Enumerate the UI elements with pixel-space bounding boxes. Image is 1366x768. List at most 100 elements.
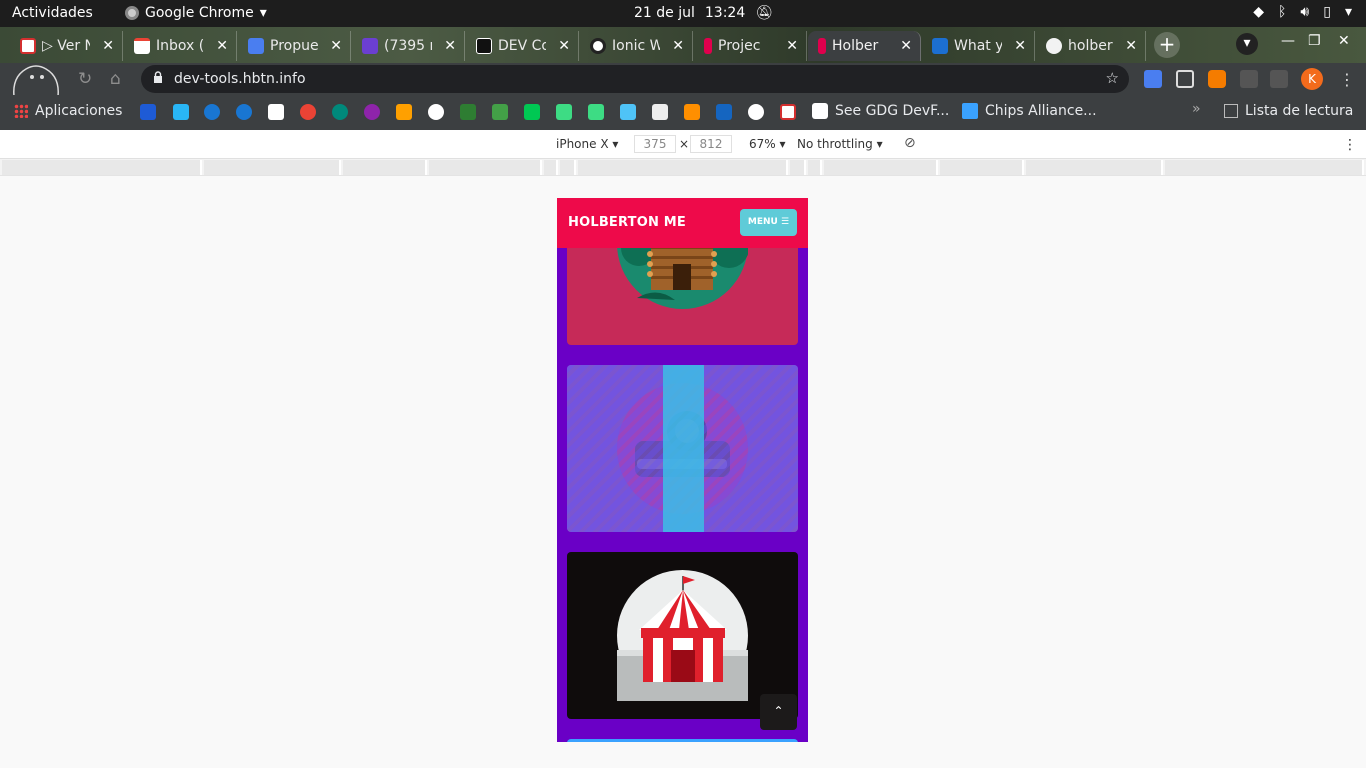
throttling-select[interactable]: No throttling ▾: [797, 137, 883, 151]
ruler-segment[interactable]: [790, 160, 806, 175]
device-select[interactable]: iPhone X ▾: [556, 137, 618, 151]
tab-title: ▷ Ver N: [42, 38, 90, 54]
throttling-value: No throttling: [797, 137, 873, 151]
gdg-bookmark[interactable]: See GDG DevF...: [812, 103, 949, 119]
rotate-icon[interactable]: ⊘: [904, 135, 916, 151]
ruler-segment[interactable]: [1165, 160, 1364, 175]
dart-icon[interactable]: [236, 104, 252, 120]
apps-bookmark[interactable]: Aplicaciones: [14, 103, 122, 119]
card-camera[interactable]: [567, 365, 798, 532]
tm-icon[interactable]: [716, 104, 732, 120]
dart-icon[interactable]: [204, 104, 220, 120]
colors-icon[interactable]: [364, 104, 380, 120]
minimize-icon[interactable]: —: [1281, 33, 1295, 49]
tab-8-active[interactable]: Holber ✕: [808, 31, 921, 61]
ruler-segment[interactable]: [560, 160, 576, 175]
android-icon[interactable]: [556, 104, 572, 120]
screen-extension-icon[interactable]: [1176, 70, 1194, 88]
menu-button[interactable]: MENU ☰: [740, 209, 797, 236]
chevron-down-icon: ▾: [1344, 4, 1352, 20]
app-icon[interactable]: [620, 104, 636, 120]
ruler-segment[interactable]: [940, 160, 1024, 175]
ruler-segment[interactable]: [343, 160, 427, 175]
close-icon[interactable]: ✕: [1125, 38, 1137, 54]
close-icon[interactable]: ✕: [216, 38, 228, 54]
scroll-to-top-button[interactable]: ⌃: [760, 694, 797, 730]
close-window-icon[interactable]: ✕: [1338, 33, 1350, 49]
bookmark-icon[interactable]: [140, 104, 156, 120]
tab-3[interactable]: Propue ✕: [238, 31, 351, 61]
chips-bookmark[interactable]: Chips Alliance...: [962, 103, 1097, 119]
translate-extension-icon[interactable]: [1144, 70, 1162, 88]
firebase-extension-icon[interactable]: [1208, 70, 1226, 88]
play-icon[interactable]: [524, 104, 540, 120]
tab-1[interactable]: ▷ Ver N ✕: [10, 31, 123, 61]
zoom-select[interactable]: 67% ▾: [749, 137, 786, 151]
tab-10[interactable]: holber ✕: [1036, 31, 1146, 61]
close-icon[interactable]: ✕: [672, 38, 684, 54]
close-icon[interactable]: ✕: [444, 38, 456, 54]
url-text: dev-tools.hbtn.info: [174, 71, 306, 87]
tab-7[interactable]: Projec ✕: [694, 31, 807, 61]
arrow-icon[interactable]: [684, 104, 700, 120]
ruler-segment[interactable]: [2, 160, 202, 175]
profile-avatar[interactable]: K: [1301, 68, 1323, 90]
circle-icon[interactable]: [748, 104, 764, 120]
tab-2[interactable]: Inbox ( ✕: [124, 31, 237, 61]
tab-9[interactable]: What y ✕: [922, 31, 1035, 61]
clock[interactable]: 21 de jul 13:24 🔕︎: [634, 5, 773, 21]
tab-5[interactable]: DEV Co ✕: [466, 31, 579, 61]
activities-button[interactable]: Actividades: [12, 5, 93, 21]
android-icon[interactable]: [588, 104, 604, 120]
close-icon[interactable]: ✕: [900, 38, 912, 54]
flutter-icon[interactable]: [173, 104, 189, 120]
reload-icon[interactable]: ↻: [78, 69, 92, 89]
address-bar[interactable]: dev-tools.hbtn.info ☆: [141, 65, 1129, 93]
w-icon[interactable]: [492, 104, 508, 120]
more-bookmarks-icon[interactable]: »: [1192, 101, 1201, 117]
ruler-segment[interactable]: [1026, 160, 1163, 175]
chrome-menu-icon[interactable]: ⋮: [1339, 70, 1355, 89]
code-icon[interactable]: [268, 104, 284, 120]
site-title[interactable]: HOLBERTON ME: [568, 215, 686, 230]
close-icon[interactable]: ✕: [1014, 38, 1026, 54]
tab-4[interactable]: (7395 n ✕: [352, 31, 465, 61]
holberton-icon: [818, 38, 826, 54]
width-input[interactable]: 375: [634, 135, 676, 153]
restore-icon[interactable]: ❐: [1308, 33, 1321, 49]
queue-icon[interactable]: [1270, 70, 1288, 88]
close-icon[interactable]: ✕: [330, 38, 342, 54]
ruler-segment[interactable]: [204, 160, 341, 175]
home-icon[interactable]: ⌂: [110, 69, 121, 89]
card-next[interactable]: [567, 739, 798, 742]
bookmark-star-icon[interactable]: ☆: [1106, 69, 1119, 87]
mail-icon: [362, 38, 378, 54]
ruler-segment[interactable]: [578, 160, 788, 175]
tab-title: Ionic W: [612, 38, 660, 54]
reading-list[interactable]: Lista de lectura: [1224, 103, 1353, 119]
close-icon[interactable]: ✕: [558, 38, 570, 54]
close-icon[interactable]: ✕: [102, 38, 114, 54]
ruler-segment[interactable]: [808, 160, 822, 175]
new-tab-button[interactable]: +: [1154, 32, 1180, 58]
media-query-ruler[interactable]: [0, 159, 1366, 176]
system-tray[interactable]: ◆ ᛒ 🔊︎ ▯ ▾: [1253, 4, 1352, 20]
close-icon[interactable]: ✕: [786, 38, 798, 54]
qe-icon[interactable]: [460, 104, 476, 120]
google-icon[interactable]: [428, 104, 444, 120]
tab-6[interactable]: Ionic W ✕: [580, 31, 693, 61]
wifi-card-icon[interactable]: [780, 104, 796, 120]
f-icon[interactable]: [332, 104, 348, 120]
firebase-icon[interactable]: [396, 104, 412, 120]
height-input[interactable]: 812: [690, 135, 732, 153]
ruler-segment[interactable]: [824, 160, 938, 175]
reading-list-icon: [1224, 104, 1238, 118]
app-menu[interactable]: Google Chrome ▾: [125, 5, 267, 21]
page-icon[interactable]: [652, 104, 668, 120]
chrome-os-icon[interactable]: [300, 104, 316, 120]
more-options-icon[interactable]: ⋮: [1343, 137, 1357, 153]
puzzle-icon[interactable]: [1240, 70, 1258, 88]
tab-search-icon[interactable]: ▾: [1236, 33, 1258, 55]
ruler-segment[interactable]: [429, 160, 542, 175]
ruler-segment[interactable]: [544, 160, 558, 175]
